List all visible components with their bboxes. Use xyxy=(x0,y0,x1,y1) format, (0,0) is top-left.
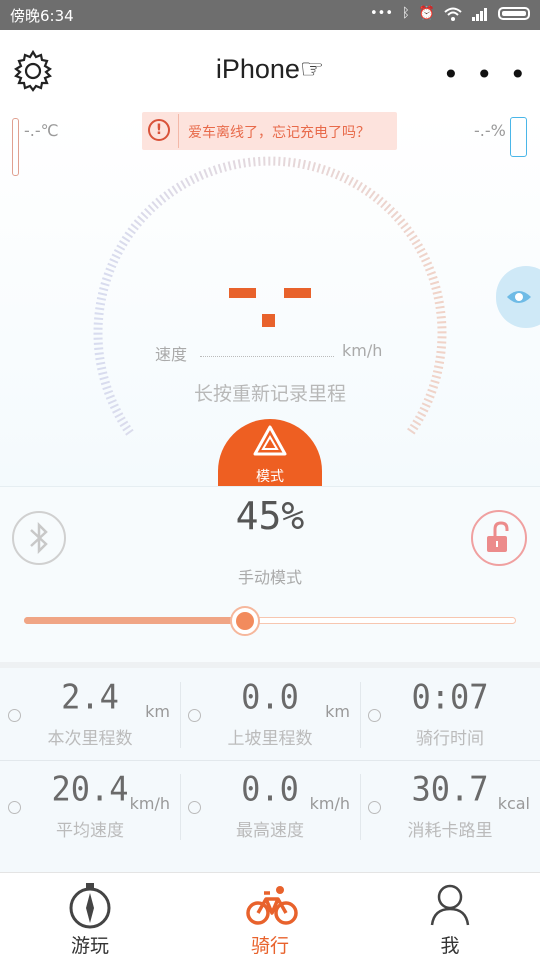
stat-label: 本次里程数 xyxy=(47,729,133,749)
recycle-triangle-icon xyxy=(253,425,287,456)
tab-label: 我 xyxy=(440,935,460,957)
reset-mileage-hint[interactable]: 长按重新记录里程 xyxy=(0,379,540,406)
ride-stats: 2.4 km 本次里程数 0.0 km 上坡里程数 0:07 骑行时间 20.4… xyxy=(0,668,540,872)
stat-label: 最高速度 xyxy=(236,821,304,841)
stat-unit: kcal xyxy=(497,794,530,813)
speed-dotted-line xyxy=(200,356,334,357)
stat-label: 消耗卡路里 xyxy=(407,821,493,841)
alert-text: 爱车离线了，忘记充电了吗？ xyxy=(188,125,370,141)
temperature-value: -.-℃ xyxy=(24,121,59,140)
stat-ride-time: 0:07 骑行时间 xyxy=(360,668,540,760)
tab-me[interactable]: 我 xyxy=(360,873,540,961)
assist-percent: 45% xyxy=(235,494,305,538)
stat-max-speed: 0.0 km/h 最高速度 xyxy=(180,760,360,852)
alarm-icon: ⏰ xyxy=(418,6,435,21)
stat-calories: 30.7 kcal 消耗卡路里 xyxy=(360,760,540,852)
stat-label: 平均速度 xyxy=(56,821,124,841)
status-icons: ••• ᛒ ⏰ xyxy=(370,6,530,21)
stat-trip-distance: 2.4 km 本次里程数 xyxy=(0,668,180,760)
speed-digit-left xyxy=(229,288,256,298)
tab-play[interactable]: 游玩 xyxy=(0,873,180,961)
battery-icon xyxy=(498,7,530,20)
tab-label: 骑行 xyxy=(250,935,289,957)
bluetooth-icon: ᛒ xyxy=(402,6,410,21)
stat-value: 0:07 xyxy=(411,677,489,717)
more-menu-button[interactable]: • • • xyxy=(443,58,530,91)
speed-unit: km/h xyxy=(342,341,383,360)
warning-icon: ! xyxy=(148,119,170,141)
speed-digit-right xyxy=(284,288,311,298)
tab-label: 游玩 xyxy=(70,935,109,957)
bike-battery-icon xyxy=(510,117,527,157)
alert-divider xyxy=(178,114,179,148)
status-bar: 傍晚6:34 ••• ᛒ ⏰ xyxy=(0,0,540,30)
lock-button[interactable] xyxy=(471,510,527,566)
speed-digit-dot xyxy=(262,314,275,327)
thermometer-icon xyxy=(12,118,19,176)
speed-label: 速度 xyxy=(155,345,188,364)
stat-label: 上坡里程数 xyxy=(227,729,313,749)
wifi-icon xyxy=(444,7,462,21)
stat-label: 骑行时间 xyxy=(416,729,484,749)
battery-percent: -.-% xyxy=(474,121,506,140)
mode-label: 模式 xyxy=(256,469,284,485)
speed-dial xyxy=(93,156,447,436)
signal-icon xyxy=(472,7,487,21)
offline-alert[interactable]: ! 爱车离线了，忘记充电了吗？ xyxy=(142,112,397,150)
stat-unit: km/h xyxy=(309,794,350,813)
stat-unit: km/h xyxy=(129,794,170,813)
bicycle-icon xyxy=(246,886,298,925)
bottom-tab-bar: 游玩 骑行 我 xyxy=(0,872,540,961)
app-header: iPhone☞ • • • xyxy=(0,30,540,114)
eye-icon xyxy=(507,291,531,303)
stat-average-speed: 20.4 km/h 平均速度 xyxy=(0,760,180,852)
manual-mode-label: 手动模式 xyxy=(237,568,302,587)
status-time: 傍晚6:34 xyxy=(10,7,74,25)
stat-unit: km xyxy=(145,702,170,721)
unlock-icon xyxy=(487,521,509,552)
user-icon xyxy=(430,884,470,926)
tab-ride[interactable]: 骑行 xyxy=(180,873,360,961)
assist-slider-fill xyxy=(24,617,246,624)
compass-icon xyxy=(69,883,111,929)
more-dots-icon: ••• xyxy=(369,6,393,21)
stat-climb-distance: 0.0 km 上坡里程数 xyxy=(180,668,360,760)
stat-unit: km xyxy=(325,702,350,721)
